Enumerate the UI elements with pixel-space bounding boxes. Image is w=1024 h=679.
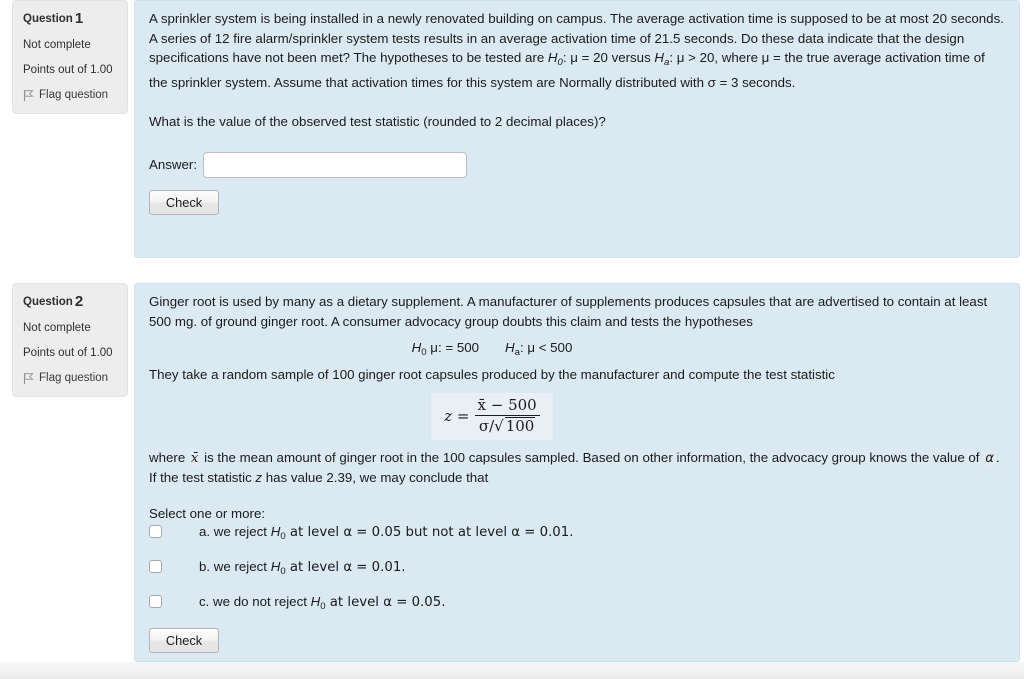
option-b-letter: b. xyxy=(199,559,211,574)
question-2-option-b-label: b. we reject H0 at level α = 0.01. xyxy=(199,558,406,580)
question-2-hypotheses: H0 μ: = 500 Ha: μ < 500 xyxy=(149,338,1005,363)
option-c-h-symbol: H xyxy=(310,594,321,609)
flag-icon xyxy=(23,372,34,384)
quiz-page: Question 1 Not complete Points out of 1.0… xyxy=(0,0,1024,679)
question-2-content: Ginger root is used by many as a dietary… xyxy=(134,283,1020,662)
question-1-answer-label: Answer: xyxy=(149,157,198,172)
formula-denominator-sigma: σ/ xyxy=(478,417,495,436)
question-2-option-a-checkbox[interactable] xyxy=(149,525,162,538)
question-2-h0-symbol: H xyxy=(411,340,422,355)
question-2-points: Points out of 1.00 xyxy=(23,346,113,359)
formula-lhs: z = xyxy=(444,407,470,426)
formula-radicand: 100 xyxy=(504,417,536,436)
question-2-number-label: Question 2 xyxy=(13,293,127,311)
option-a-letter: a. xyxy=(199,524,211,539)
question-2-header-text: Question xyxy=(23,296,73,308)
question-2-ha-symbol: H xyxy=(505,340,515,355)
question-2-body-intro: Ginger root is used by many as a dietary… xyxy=(149,294,988,329)
question-1-h0-symbol: H xyxy=(547,50,558,65)
alpha-symbol: α xyxy=(983,450,996,466)
formula-denominator: σ/√ 100 xyxy=(478,417,536,436)
question-2-option-a[interactable]: a. we reject H0 at level α = 0.05 but no… xyxy=(149,523,1005,545)
xbar-symbol: x̄ xyxy=(188,450,201,466)
option-c-letter: c. xyxy=(199,594,210,609)
question-2-option-c-checkbox[interactable] xyxy=(149,595,162,608)
question-1-check-button[interactable]: Check xyxy=(149,189,219,215)
page-bottom-strip xyxy=(0,662,1024,679)
question-2-option-b-checkbox[interactable] xyxy=(149,560,162,573)
question-1-answer-row: Answer: xyxy=(149,151,1005,178)
formula-fraction: x̄ − 500 σ/√ 100 xyxy=(474,396,540,436)
option-b-post: at level α = 0.01. xyxy=(285,560,406,575)
question-1-flag-label: Flag question xyxy=(39,89,109,102)
test-statistic-formula: z = x̄ − 500 σ/√ 100 xyxy=(431,393,553,440)
question-2-check-button[interactable]: Check xyxy=(149,628,219,653)
question-1-flag-toggle[interactable]: Flag question xyxy=(13,89,127,102)
question-1-info-panel: Question 1 Not complete Points out of 1.0… xyxy=(12,0,128,114)
question-1-body: A sprinkler system is being installed in… xyxy=(149,9,1005,92)
question-2-option-c[interactable]: c. we do not reject H0 at level α = 0.05… xyxy=(149,593,1005,615)
question-1-h0-statement: : μ = 20 versus xyxy=(562,50,655,65)
question-1-points: Points out of 1.00 xyxy=(23,63,113,76)
question-2-ha-statement: : μ < 500 xyxy=(519,340,573,355)
question-1-prompt: What is the value of the observed test s… xyxy=(149,114,606,129)
question-2-select-prompt: Select one or more: xyxy=(149,505,266,521)
question-2-info-panel: Question 2 Not complete Points out of 1.0… xyxy=(12,283,128,397)
question-2-where-prefix: where xyxy=(149,449,189,465)
question-1-number: 1 xyxy=(74,10,84,27)
question-2-flag-toggle[interactable]: Flag question xyxy=(13,372,127,385)
question-2-where-middle: is the mean amount of ginger root in the… xyxy=(200,449,984,465)
question-2-status: Not complete xyxy=(23,322,91,334)
test-statistic-formula-wrapper: z = x̄ − 500 σ/√ 100 xyxy=(149,393,1005,440)
question-2-body-where: where x̄ is the mean amount of ginger ro… xyxy=(149,448,1005,488)
question-1-answer-input[interactable] xyxy=(203,151,468,178)
option-a-pre: we reject xyxy=(210,524,271,539)
question-1-header-text: Question xyxy=(23,13,73,25)
flag-icon xyxy=(23,89,34,101)
option-c-pre: we do not reject xyxy=(209,594,311,609)
question-2-option-c-label: c. we do not reject H0 at level α = 0.05… xyxy=(199,593,445,615)
option-b-h-symbol: H xyxy=(270,559,281,574)
question-2-flag-label: Flag question xyxy=(39,372,109,385)
option-b-pre: we reject xyxy=(210,559,271,574)
question-1-status: Not complete xyxy=(23,39,91,51)
formula-numerator: x̄ − 500 xyxy=(474,396,540,417)
question-1-content: A sprinkler system is being installed in… xyxy=(134,0,1020,258)
question-1-number-label: Question 1 xyxy=(13,10,127,28)
question-2-body-sample: They take a random sample of 100 ginger … xyxy=(149,366,835,382)
option-c-post: at level α = 0.05. xyxy=(325,595,446,610)
question-2-number: 2 xyxy=(74,293,84,310)
option-a-post: at level α = 0.05 but not at level α = 0… xyxy=(285,525,574,540)
question-2-h0-statement: μ: = 500 xyxy=(426,340,479,355)
question-2-option-b[interactable]: b. we reject H0 at level α = 0.01. xyxy=(149,558,1005,580)
question-1-ha-symbol: H xyxy=(654,50,665,65)
option-a-h-symbol: H xyxy=(270,524,281,539)
question-2-where-suffix: has value 2.39, we may conclude that xyxy=(262,470,489,485)
question-2-option-a-label: a. we reject H0 at level α = 0.05 but no… xyxy=(199,523,573,545)
